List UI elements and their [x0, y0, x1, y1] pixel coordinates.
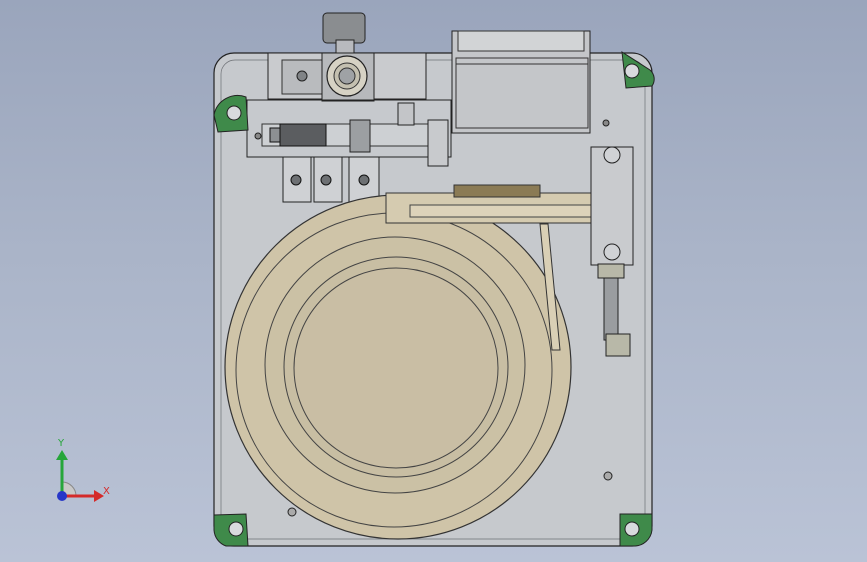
right-bracket	[427, 119, 449, 167]
corner-bolt-bottom-left	[228, 521, 244, 537]
y-axis-arrow	[56, 450, 68, 460]
bracket-hole	[296, 70, 308, 82]
sensor-head-top	[603, 146, 621, 164]
mount-hole	[602, 119, 610, 127]
corner-bolt-top-left	[226, 105, 242, 121]
z-axis-dot	[57, 491, 67, 501]
sensor-cable	[603, 269, 619, 341]
top-knob[interactable]	[322, 12, 366, 44]
corner-bolt-bottom-right	[624, 521, 640, 537]
part-model[interactable]	[0, 0, 867, 562]
cad-viewport[interactable]: Y X	[0, 0, 867, 562]
mount-hole	[287, 507, 297, 517]
small-tab	[397, 102, 415, 126]
sensor-fitting-top	[597, 263, 625, 279]
y-axis-label: Y	[58, 438, 65, 449]
outfeed-track-upper	[409, 204, 593, 218]
clamp-screw-2	[320, 174, 332, 186]
top-knob-stem	[335, 39, 355, 55]
coordinate-triad: Y X	[40, 436, 120, 516]
upper-right-housing-lip	[457, 30, 585, 52]
clamp-screw-3	[358, 174, 370, 186]
corner-bolt-top-right	[624, 63, 640, 79]
mount-hole	[254, 132, 262, 140]
sensor-head-bottom	[603, 243, 621, 261]
mount-hole	[603, 471, 613, 481]
outfeed-chute	[453, 184, 541, 198]
center-pin	[349, 119, 371, 153]
clamp-screw-1	[290, 174, 302, 186]
triad-graphic	[56, 450, 104, 502]
bowl-center	[293, 267, 499, 469]
bearing-bore	[338, 67, 356, 85]
left-cylinder[interactable]	[279, 123, 327, 147]
sensor-fitting-bottom	[605, 333, 631, 357]
x-axis-label: X	[103, 486, 110, 497]
left-cylinder-cap	[269, 127, 281, 143]
